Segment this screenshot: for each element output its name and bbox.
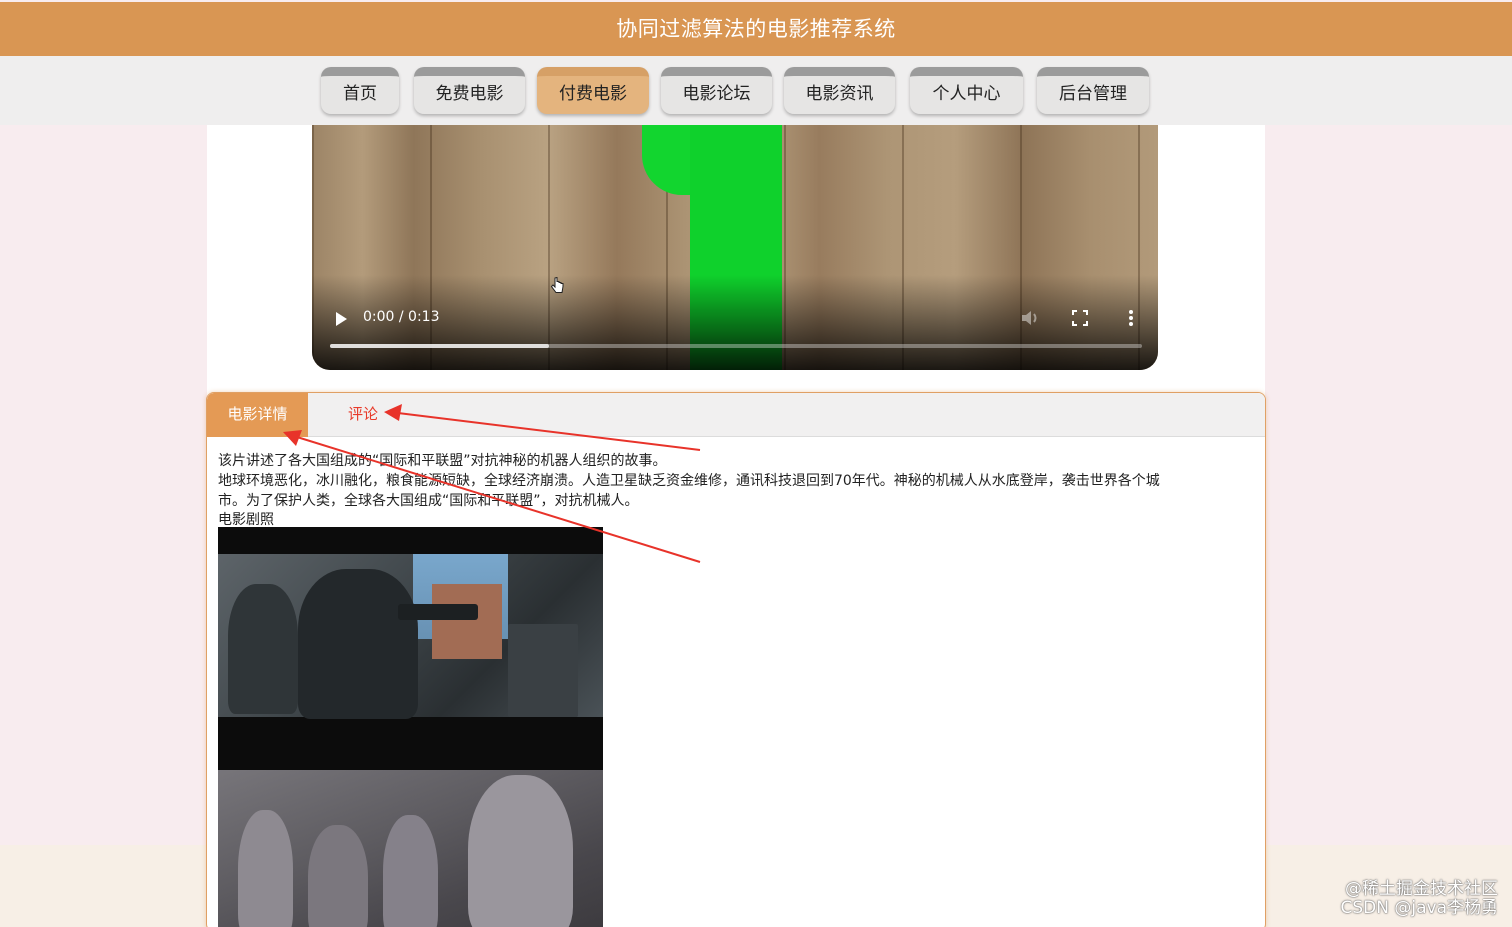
play-icon[interactable] (334, 311, 348, 327)
main-nav: 首页 免费电影 付费电影 电影论坛 电影资讯 个人中心 后台管理 (0, 56, 1512, 125)
nav-home[interactable]: 首页 (321, 67, 399, 114)
hand-cursor-icon (550, 277, 564, 293)
still-rifle (398, 604, 478, 620)
stills-label: 电影剧照 (218, 512, 274, 528)
movie-still-1 (218, 527, 603, 770)
movie-still-2 (218, 770, 603, 927)
watermark-line-1: @稀土掘金技术社区 (1345, 879, 1498, 899)
more-vert-icon[interactable] (1127, 309, 1135, 327)
tab-bar: 电影详情 评论 (207, 393, 1265, 437)
movie-still-1-scene (218, 554, 603, 719)
description-line-1: 该片讲述了各大国组成的“国际和平联盟”对抗神秘的机器人组织的故事。 (218, 453, 667, 469)
video-player[interactable]: 0:00 / 0:13 (312, 125, 1158, 370)
still-building (432, 584, 502, 659)
still-robot (308, 825, 368, 927)
still-robot (383, 815, 438, 927)
video-time-display: 0:00 / 0:13 (363, 309, 440, 325)
tab-comments[interactable]: 评论 (308, 393, 418, 437)
nav-free-movies[interactable]: 免费电影 (414, 67, 525, 114)
nav-admin[interactable]: 后台管理 (1037, 67, 1149, 114)
still-robot (238, 810, 293, 927)
still-robot (468, 775, 573, 927)
description-line-2: 地球环境恶化，冰川融化，粮食能源短缺，全球经济崩溃。人造卫星缺乏资金维修，通讯科… (218, 473, 1160, 489)
site-title: 协同过滤算法的电影推荐系统 (616, 17, 896, 41)
still-soldier (228, 584, 298, 714)
nav-personal-center[interactable]: 个人中心 (910, 67, 1023, 114)
tab-movie-details[interactable]: 电影详情 (207, 393, 308, 437)
watermark-line-2: CSDN @java李杨勇 (1340, 898, 1499, 918)
video-buffered-bar (330, 344, 550, 348)
watermark: @稀土掘金技术社区 CSDN @java李杨勇 (1341, 880, 1499, 918)
description-line-3: 市。为了保护人类，全球各大国组成“国际和平联盟”，对抗机械人。 (218, 493, 639, 509)
still-railing (508, 624, 578, 717)
volume-muted-icon[interactable] (1020, 309, 1040, 327)
fullscreen-icon[interactable] (1072, 310, 1088, 326)
site-header: 协同过滤算法的电影推荐系统 (0, 2, 1512, 56)
video-progress-bar[interactable] (330, 344, 1142, 348)
nav-paid-movies[interactable]: 付费电影 (537, 67, 649, 114)
still-soldier (298, 569, 418, 719)
movie-info-panel: 电影详情 评论 该片讲述了各大国组成的“国际和平联盟”对抗神秘的机器人组织的故事… (206, 392, 1266, 927)
nav-movie-forum[interactable]: 电影论坛 (661, 67, 772, 114)
nav-movie-news[interactable]: 电影资讯 (784, 67, 895, 114)
